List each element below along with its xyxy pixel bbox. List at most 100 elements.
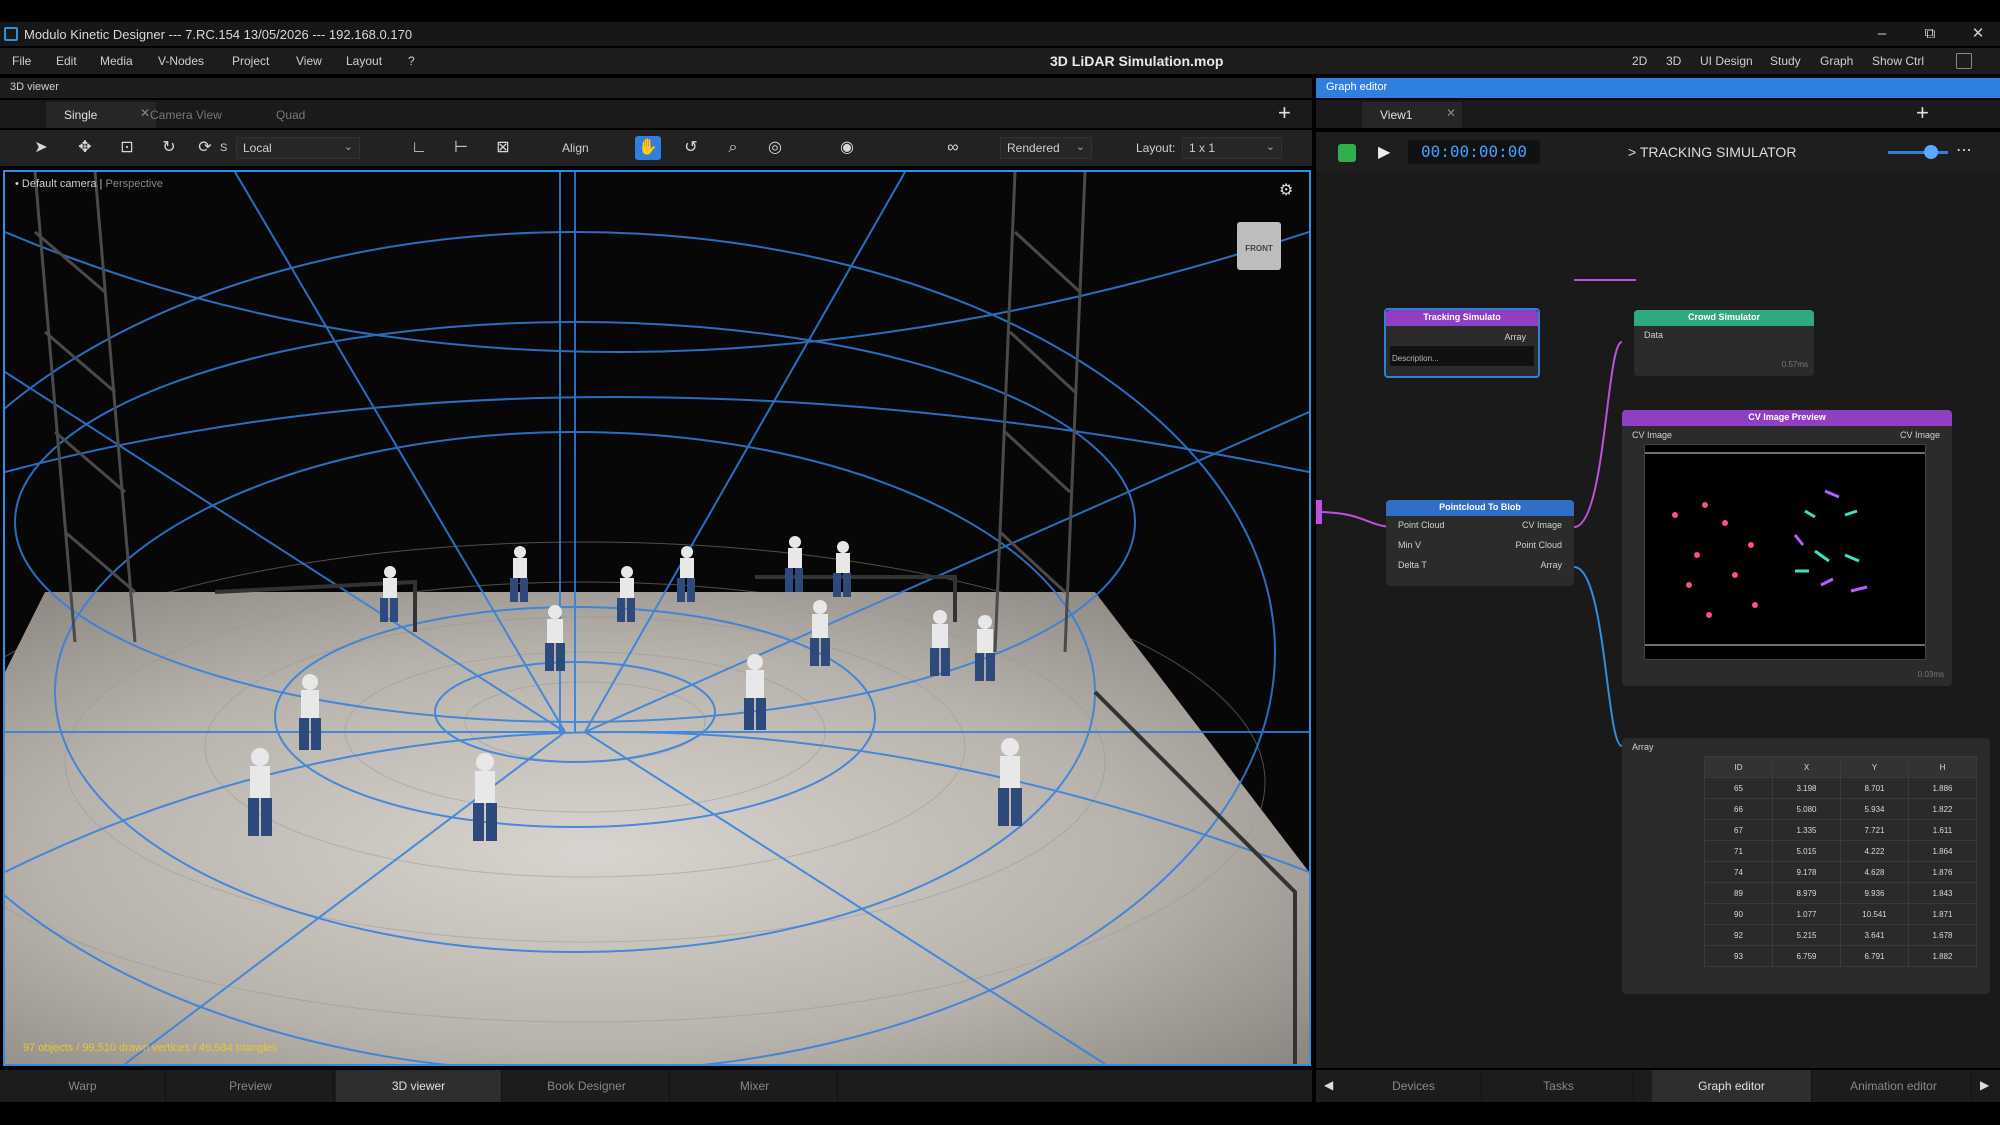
zoom-slider[interactable] [1888,151,1948,154]
ruler-angle-icon[interactable]: ∟ [406,136,432,160]
mode-2d-button[interactable]: 2D [1632,54,1647,68]
table-cell: 5.934 [1840,798,1909,820]
tab-3d-viewer[interactable]: 3D viewer [336,1070,502,1102]
align-button[interactable]: Align [562,141,589,155]
close-button[interactable]: ✕ [1958,24,1998,44]
timecode-display[interactable]: 00:00:00:00 [1408,140,1540,164]
table-cell: 9.936 [1840,882,1909,904]
node-cv-image-preview[interactable]: CV Image Preview CV Image CV Image 0.03m… [1622,410,1952,686]
scroll-left-icon[interactable]: ◀ [1324,1078,1333,1092]
scale-icon[interactable]: ⊡ [114,136,140,160]
orbit-icon[interactable]: ↺ [678,136,704,160]
table-row[interactable]: 93 6.759 6.791 1.882 [1704,945,1977,967]
mode-graph-button[interactable]: Graph [1820,54,1853,68]
maximize-button[interactable]: ⧉ [1910,24,1950,44]
port-array-in[interactable]: Array [1632,742,1654,752]
tab-devices[interactable]: Devices [1346,1070,1482,1102]
viewport-settings-gear-icon[interactable]: ⚙ [1279,180,1293,200]
add-tab-icon[interactable]: + [1278,100,1291,126]
menu-edit[interactable]: Edit [56,54,77,68]
mode-ui-design-button[interactable]: UI Design [1700,54,1753,68]
vr-glasses-icon[interactable]: ∞ [940,136,966,160]
more-options-icon[interactable]: ⋯ [1956,140,1972,160]
stage-floor [5,592,1309,1064]
tab-preview[interactable]: Preview [168,1070,334,1102]
camera-label[interactable]: • Default camera | Perspective [15,178,163,190]
port-pc-delta-t-in[interactable]: Delta T [1398,560,1427,570]
chevron-down-icon: ⌄ [1075,141,1085,153]
menu-media[interactable]: Media [100,54,133,68]
tab-camera-view[interactable]: Camera View [132,102,242,128]
graph-breadcrumb[interactable]: > TRACKING SIMULATOR [1628,144,1796,160]
table-header-h: H [1908,756,1977,778]
mode-study-button[interactable]: Study [1770,54,1801,68]
local-rotate-icon[interactable]: ⟳ [192,136,218,160]
measure-icon[interactable]: ⊢ [448,136,474,160]
node-pointcloud-to-blob[interactable]: Pointcloud To Blob Point Cloud Min V Del… [1386,500,1574,586]
minimize-button[interactable]: – [1862,24,1902,44]
status-indicator-icon[interactable] [1338,144,1356,162]
table-row[interactable]: 74 9.178 4.628 1.876 [1704,861,1977,883]
menu-layout[interactable]: Layout [346,54,382,68]
camera-snapshot-icon[interactable]: ◉ [834,136,860,160]
port-crowd-data-in[interactable]: Data [1644,330,1663,340]
menu-project[interactable]: Project [232,54,269,68]
port-cv-image-in[interactable]: CV Image [1632,430,1672,440]
port-pc-min-v-in[interactable]: Min V [1398,540,1421,550]
mode-show-ctrl-button[interactable]: Show Ctrl [1872,54,1924,68]
tab-tasks[interactable]: Tasks [1484,1070,1634,1102]
tab-animation-editor[interactable]: Animation editor [1816,1070,1972,1102]
table-row[interactable]: 90 1.077 10.541 1.871 [1704,903,1977,925]
table-row[interactable]: 65 3.198 8.701 1.886 [1704,777,1977,799]
table-row[interactable]: 67 1.335 7.721 1.611 [1704,819,1977,841]
space-dropdown[interactable]: Local ⌄ [236,137,360,159]
tab-mixer[interactable]: Mixer [672,1070,838,1102]
port-cv-image-out[interactable]: CV Image [1900,430,1940,440]
scroll-right-icon[interactable]: ▶ [1980,1078,1989,1092]
mode-3d-button[interactable]: 3D [1666,54,1681,68]
node-array-viewer[interactable]: Array ID X Y H 65 3.198 8.701 1.886 66 5.080 5… [1622,738,1990,994]
menu-view[interactable]: View [296,54,322,68]
graph-canvas[interactable]: Tracking Simulato Array Description... C… [1316,172,2000,1068]
table-row[interactable]: 89 8.979 9.936 1.843 [1704,882,1977,904]
focus-icon[interactable]: ◎ [762,136,788,160]
node-tracking-description[interactable]: Description... [1390,346,1534,366]
table-cell: 89 [1704,882,1773,904]
table-row[interactable]: 66 5.080 5.934 1.822 [1704,798,1977,820]
table-cell: 1.822 [1908,798,1977,820]
tab-book-designer[interactable]: Book Designer [504,1070,670,1102]
menu-help[interactable]: ? [408,54,415,68]
move-icon[interactable]: ✥ [72,136,98,160]
tab-view1[interactable]: View1 ✕ [1362,102,1462,128]
menu-vnodes[interactable]: V-Nodes [158,54,204,68]
port-tracking-array-out[interactable]: Array [1504,332,1526,342]
table-row[interactable]: 92 5.215 3.641 1.678 [1704,924,1977,946]
layout-dropdown[interactable]: 1 x 1 ⌄ [1182,137,1282,159]
view-cube-gizmo[interactable]: FRONT [1237,222,1281,270]
node-crowd-simulator[interactable]: Crowd Simulator Data 0.57ms [1634,310,1814,376]
render-mode-dropdown[interactable]: Rendered ⌄ [1000,137,1092,159]
3d-viewport[interactable]: • Default camera | Perspective ⚙ FRONT 9… [3,170,1311,1066]
hand-pan-icon[interactable]: ✋ [635,136,661,160]
tab-graph-editor[interactable]: Graph editor [1652,1070,1812,1102]
port-pc-point-cloud-out[interactable]: Point Cloud [1515,540,1562,550]
node-tracking-simulator[interactable]: Tracking Simulato Array Description... [1384,308,1540,378]
tab-quad[interactable]: Quad [258,102,368,128]
panel-layout-icon[interactable] [1956,53,1972,69]
port-pc-point-cloud-in[interactable]: Point Cloud [1398,520,1445,530]
port-pc-cv-image-out[interactable]: CV Image [1522,520,1562,530]
zoom-icon[interactable]: ⌕ [720,136,746,160]
add-graph-tab-icon[interactable]: + [1916,100,1929,126]
play-icon[interactable]: ▶ [1378,142,1390,162]
tab-warp[interactable]: Warp [0,1070,166,1102]
rotate-icon[interactable]: ↻ [156,136,182,160]
close-tab-icon[interactable]: ✕ [1446,106,1456,120]
menu-file[interactable]: File [12,54,31,68]
table-cell: 1.871 [1908,903,1977,925]
annotate-icon[interactable]: ⊠ [490,136,516,160]
camera-name: • Default camera [15,178,97,190]
port-pc-array-out[interactable]: Array [1540,560,1562,570]
select-arrow-icon[interactable]: ➤ [28,136,54,160]
zoom-slider-handle[interactable] [1924,145,1938,159]
table-row[interactable]: 71 5.015 4.222 1.864 [1704,840,1977,862]
